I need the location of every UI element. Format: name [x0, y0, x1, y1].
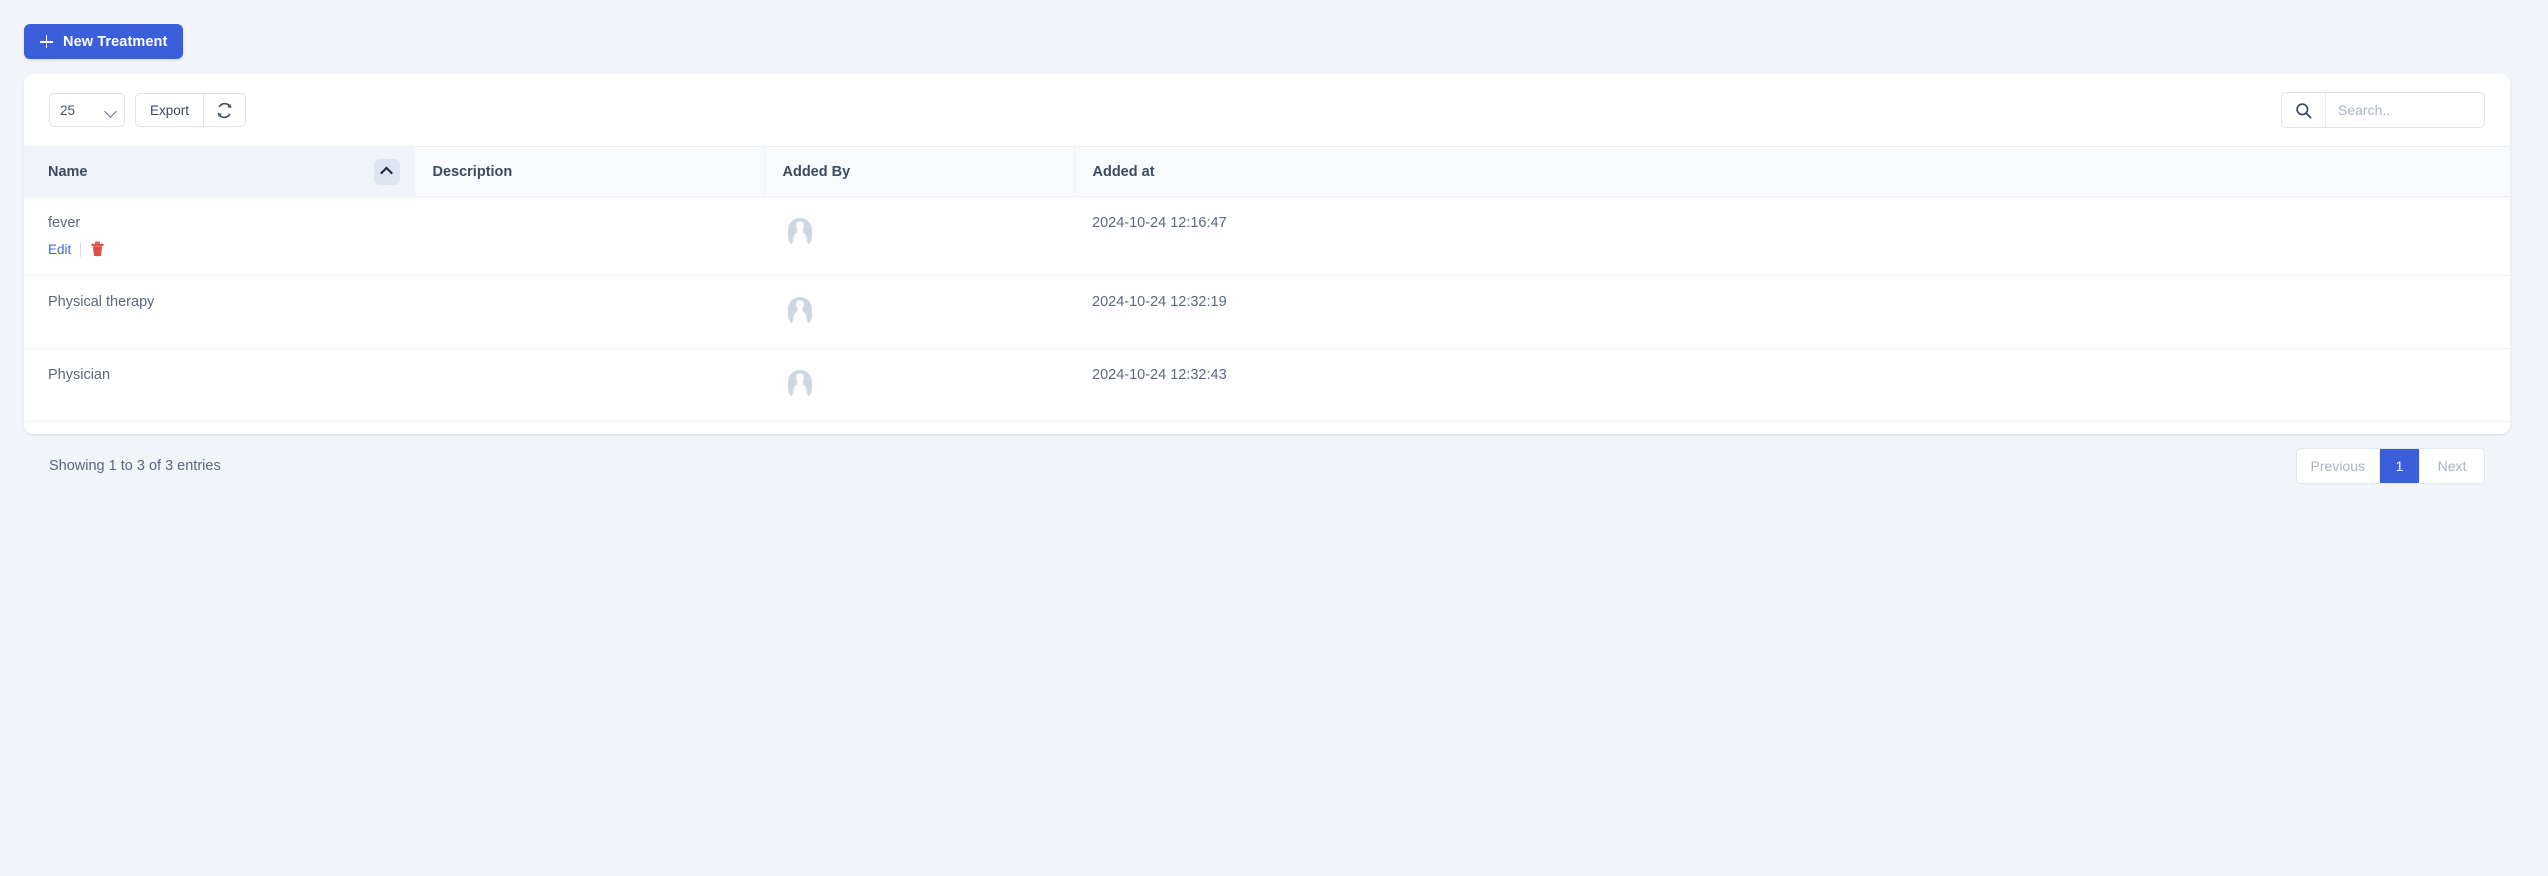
row-actions: Edit — [48, 241, 396, 257]
new-treatment-button-label: New Treatment — [63, 33, 168, 50]
export-button-label: Export — [150, 102, 190, 118]
cell-description — [414, 275, 764, 350]
column-header-added-at[interactable]: Added at — [1074, 146, 2510, 197]
search-input[interactable] — [2325, 92, 2485, 128]
cell-added-at: 2024-10-24 12:32:43 — [1074, 348, 2510, 423]
export-button[interactable]: Export — [135, 93, 205, 127]
cell-added-at: 2024-10-24 12:32:19 — [1074, 275, 2510, 350]
treatment-name: Physical therapy — [48, 294, 155, 311]
pagination: Previous 1 Next — [2295, 448, 2485, 485]
cell-description — [414, 196, 764, 277]
toolbar-left-group: 25 Export — [49, 93, 247, 127]
cell-name: fever Edit — [24, 196, 414, 277]
sort-ascending-icon[interactable] — [373, 158, 400, 185]
table-header-row: Name Description Added By Added at — [24, 146, 2510, 197]
table-toolbar: 25 Export — [24, 74, 2510, 146]
added-at-value: 2024-10-24 12:32:19 — [1092, 294, 1227, 311]
pagination-next[interactable]: Next — [2420, 449, 2484, 484]
edit-link[interactable]: Edit — [48, 242, 71, 257]
table-body: fever Edit 2024-10-24 12:16:47 Physical … — [24, 196, 2510, 423]
entries-info: Showing 1 to 3 of 3 entries — [49, 458, 221, 475]
action-divider — [80, 241, 82, 257]
chevron-down-icon — [104, 105, 117, 118]
search-group — [2281, 92, 2485, 128]
table-row[interactable]: fever Edit 2024-10-24 12:16:47 — [24, 196, 2510, 277]
table-header: Name Description Added By Added at — [24, 146, 2510, 197]
treatment-name: fever — [48, 215, 81, 231]
avatar — [788, 297, 812, 324]
treatment-name: Physician — [48, 367, 111, 384]
added-at-value: 2024-10-24 12:32:43 — [1092, 367, 1227, 384]
page-length-value: 25 — [60, 102, 76, 118]
treatments-table: Name Description Added By Added at fever… — [24, 146, 2510, 423]
column-header-name-label: Name — [48, 163, 88, 180]
table-row[interactable]: Physician 2024-10-24 12:32:43 — [24, 348, 2510, 423]
avatar — [788, 218, 812, 245]
refresh-icon — [217, 102, 232, 118]
column-header-added-at-label: Added at — [1092, 163, 1155, 180]
cell-added-at: 2024-10-24 12:16:47 — [1074, 196, 2510, 277]
cell-added-by — [764, 275, 1074, 350]
added-at-value: 2024-10-24 12:16:47 — [1092, 215, 1227, 231]
refresh-button[interactable] — [204, 93, 247, 127]
cell-added-by — [764, 348, 1074, 423]
column-header-added-by-label: Added By — [782, 163, 851, 180]
column-header-name[interactable]: Name — [24, 146, 415, 197]
column-header-added-by[interactable]: Added By — [764, 146, 1075, 197]
cell-added-by — [764, 196, 1074, 277]
cell-name: Physical therapy — [24, 275, 414, 350]
plus-icon — [40, 35, 53, 48]
avatar — [788, 370, 812, 397]
search-button[interactable] — [2281, 92, 2325, 128]
export-button-group: Export — [135, 93, 247, 127]
cell-name: Physician — [24, 348, 414, 423]
pagination-page-1[interactable]: 1 — [2380, 449, 2420, 484]
page-length-select[interactable]: 25 — [49, 93, 125, 127]
cell-description — [414, 348, 764, 423]
table-footer: Showing 1 to 3 of 3 entries Previous 1 N… — [24, 422, 2510, 485]
search-icon — [2296, 102, 2312, 119]
treatments-card: 25 Export Search.. Name Description Adde… — [24, 74, 2510, 485]
trash-icon[interactable] — [90, 241, 105, 257]
pagination-previous[interactable]: Previous — [2296, 449, 2380, 484]
page-root: New Treatment 25 Export Search.. Name De… — [0, 0, 2548, 876]
column-header-description[interactable]: Description — [414, 146, 765, 197]
chevron-up-icon — [380, 166, 393, 180]
table-row[interactable]: Physical therapy 2024-10-24 12:32:19 — [24, 275, 2510, 350]
new-treatment-button[interactable]: New Treatment — [24, 24, 184, 59]
column-header-description-label: Description — [432, 163, 513, 180]
